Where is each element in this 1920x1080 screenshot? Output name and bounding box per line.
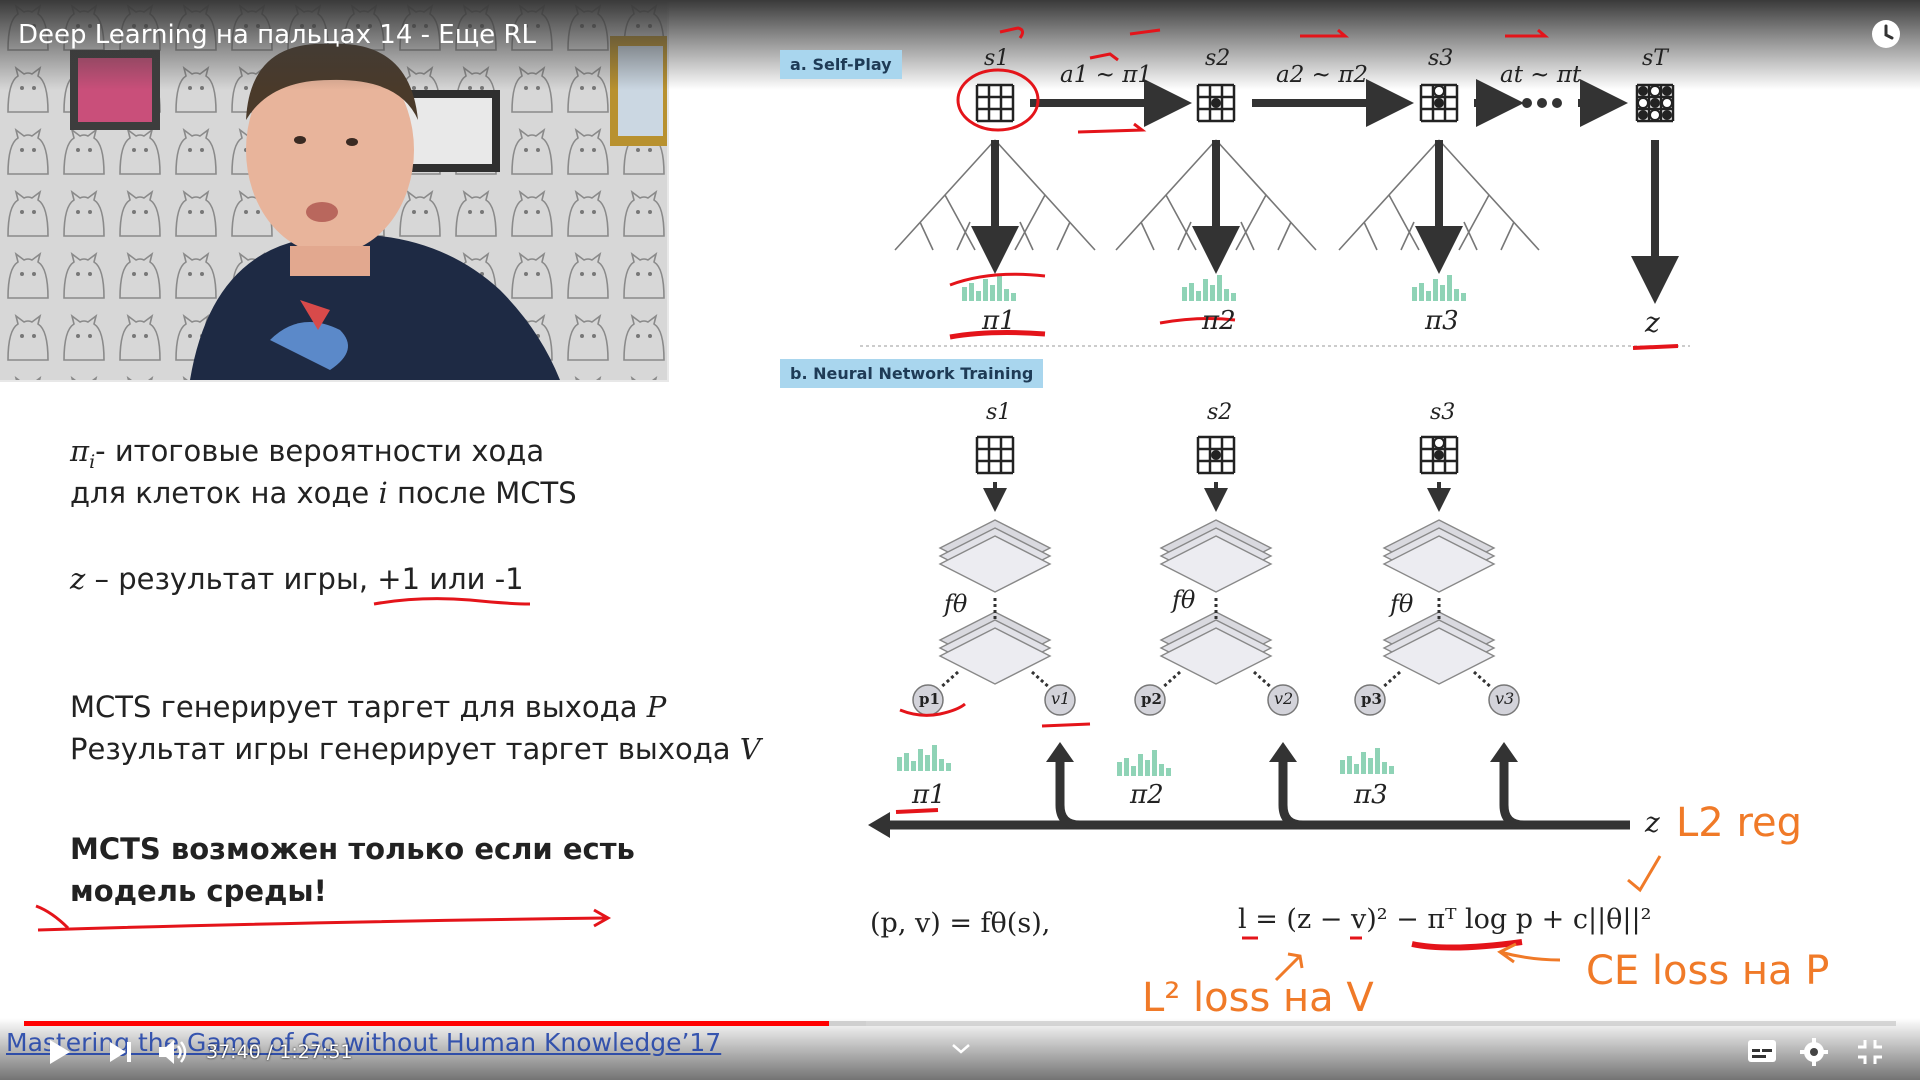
board-sT-top: [1635, 83, 1675, 123]
equation-network: (p, v) = fθ(s),: [870, 908, 1051, 939]
annotation-ce-loss: CE loss на P: [1586, 948, 1830, 994]
state-s1-bottom: s1: [986, 400, 1012, 425]
subtitles-icon[interactable]: [1746, 1037, 1778, 1065]
next-icon[interactable]: [106, 1037, 136, 1067]
hist-pi3-top: [1412, 275, 1466, 301]
state-s3-top: s3: [1428, 46, 1454, 71]
volume-icon[interactable]: [156, 1037, 190, 1067]
state-s1-top: s1: [984, 46, 1010, 71]
head-v2: v2: [1274, 689, 1294, 708]
policy-pi2-top: π2: [1202, 306, 1236, 336]
hist-pi2-top: [1182, 275, 1236, 301]
outcome-z-top: z: [1645, 306, 1660, 339]
network-label-2: fθ: [1172, 586, 1196, 614]
action-a2: a2 ~ π2: [1276, 62, 1368, 88]
time-display: 37:40 / 1:27:51: [206, 1041, 353, 1063]
policy-pi2-bottom: π2: [1130, 780, 1164, 810]
annotation-l2-loss: L² loss на V: [1142, 975, 1374, 1021]
play-icon[interactable]: [44, 1037, 74, 1067]
outcome-z-bottom: z: [1645, 806, 1660, 839]
network-label-1: fθ: [944, 590, 968, 618]
head-p2: p2: [1141, 690, 1162, 708]
board-s2-top: [1196, 83, 1236, 123]
policy-pi3-bottom: π3: [1354, 780, 1388, 810]
equation-loss: l = (z − v)² − πᵀ log p + c||θ||²: [1238, 904, 1652, 935]
head-v1: v1: [1051, 689, 1071, 708]
progress-played: [24, 1021, 829, 1026]
gear-icon[interactable]: [1799, 1037, 1829, 1067]
policy-pi1-bottom: π1: [912, 780, 946, 810]
video-frame[interactable]: Deep Learning на пальцах 14 - Еще RL πi-…: [0, 0, 1920, 1080]
policy-pi3-top: π3: [1425, 306, 1459, 336]
state-s2-bottom: s2: [1207, 400, 1233, 425]
head-v3: v3: [1495, 689, 1515, 708]
action-a1: a1 ~ π1: [1060, 62, 1152, 88]
head-p1: p1: [919, 690, 940, 708]
state-sT-top: sT: [1642, 46, 1668, 71]
network-label-3: fθ: [1390, 590, 1414, 618]
head-p3: p3: [1361, 690, 1382, 708]
state-s3-bottom: s3: [1430, 400, 1456, 425]
chevron-down-icon[interactable]: [950, 1041, 972, 1057]
exit-fullscreen-icon[interactable]: [1855, 1037, 1885, 1067]
annotation-l2-reg: L2 reg: [1676, 800, 1803, 846]
action-at: at ~ πt: [1500, 62, 1582, 88]
state-s2-top: s2: [1205, 46, 1231, 71]
policy-pi1-top: π1: [982, 306, 1016, 336]
progress-bar[interactable]: [24, 1021, 1896, 1026]
board-s3-top: [1419, 83, 1459, 123]
board-s1-top: [975, 83, 1015, 123]
